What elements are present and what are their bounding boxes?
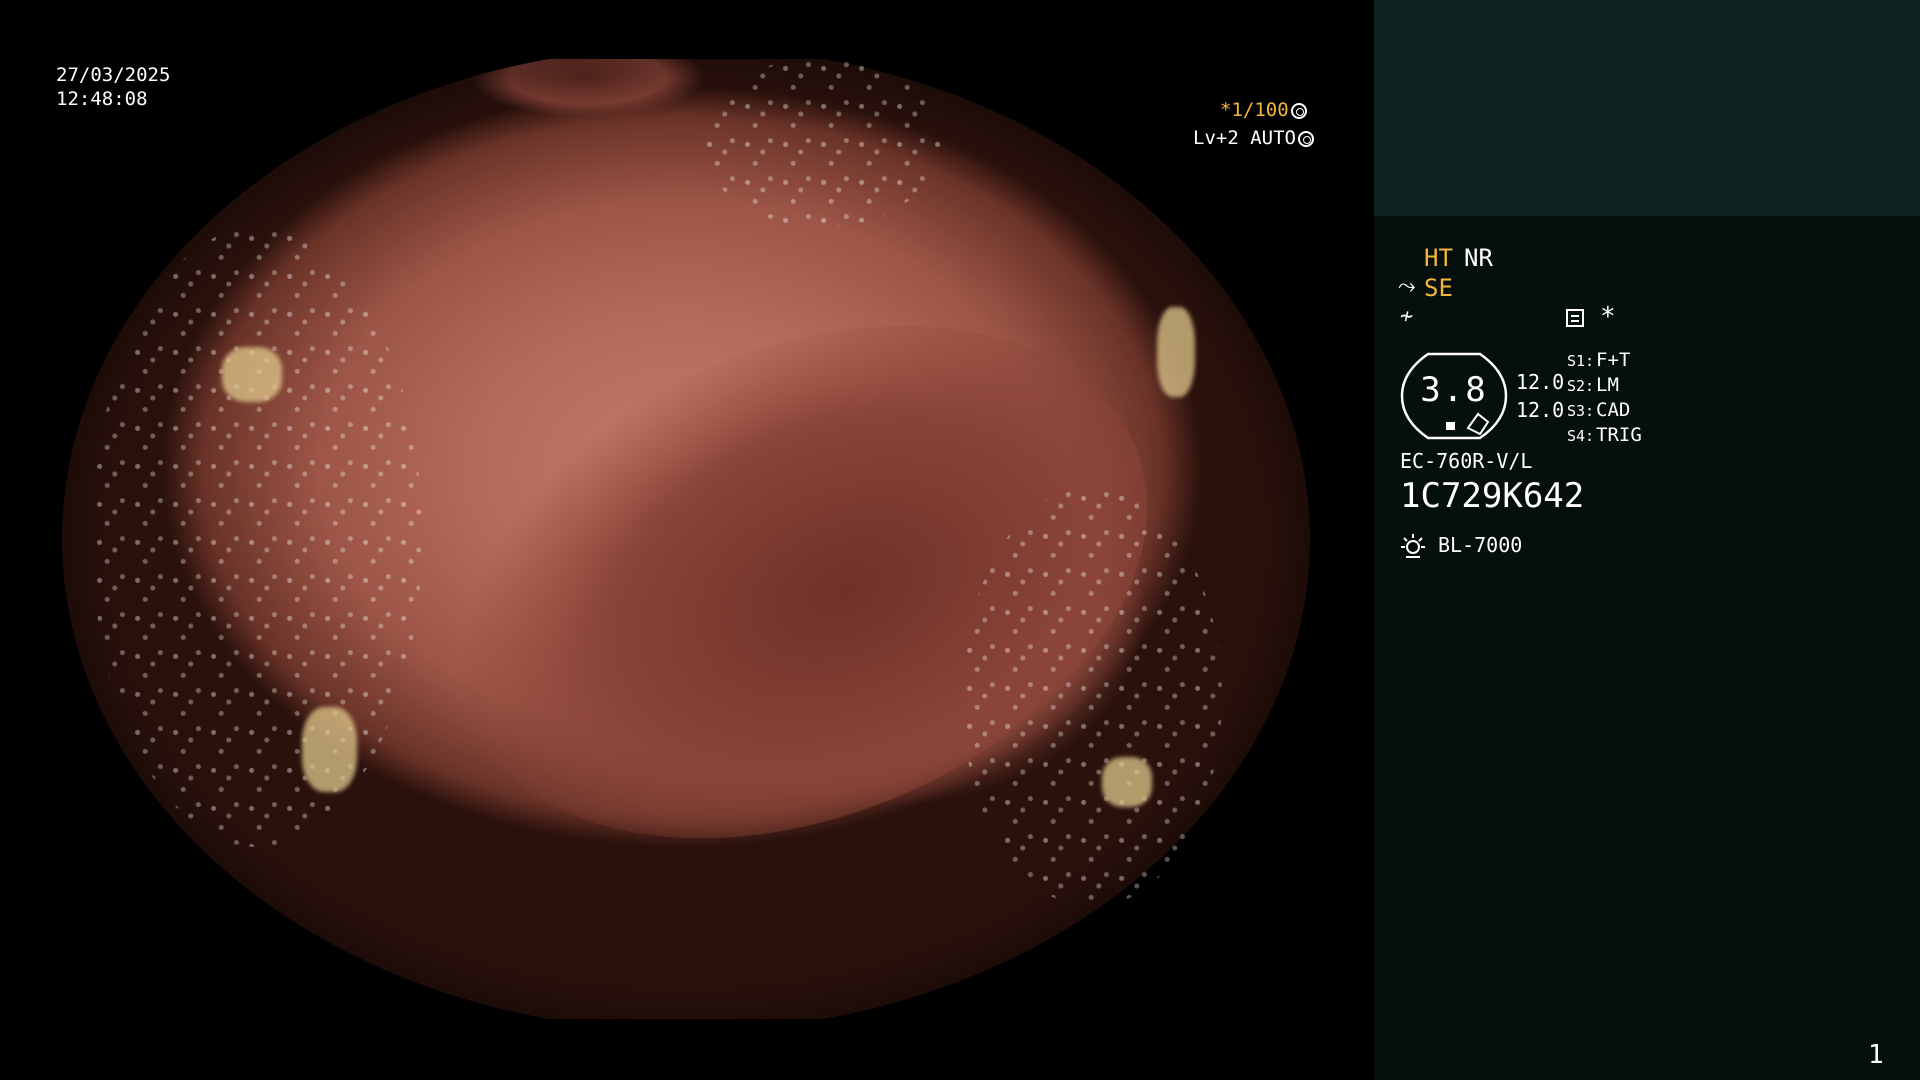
- time-readout: 12:48:08: [56, 88, 148, 110]
- light-source-model: BL-7000: [1438, 533, 1523, 557]
- switch-3-value: CAD: [1596, 399, 1631, 421]
- debris-spot: [1157, 307, 1195, 397]
- zoom-gauge: 3.8: [1400, 352, 1508, 440]
- debris-spot: [222, 347, 282, 402]
- nr-label: NR: [1464, 244, 1493, 272]
- debris-spot: [302, 707, 357, 792]
- switch-3-key: S3:: [1567, 402, 1595, 420]
- page-number: 1: [1868, 1040, 1884, 1070]
- iris-icon: [1297, 131, 1314, 147]
- value-readout-1: 12.0: [1516, 370, 1565, 394]
- info-panel: HT NR ⤳ SE ≁ * 3.8 12.0 12.0 S1: F+T S2:…: [1374, 0, 1920, 1080]
- bubble-cluster-right: [962, 487, 1222, 907]
- endoscope-image-frame: [62, 59, 1310, 1019]
- endoscope-view: 27/03/2025 12:48:08 *1/100 Lv+2 AUTO: [0, 0, 1372, 1080]
- se-label: SE: [1424, 274, 1453, 302]
- switch-1-key: S1:: [1567, 352, 1595, 370]
- structure-enhance-icon: ⤳: [1398, 274, 1416, 299]
- ht-label: HT: [1424, 244, 1453, 272]
- date-readout: 27/03/2025: [56, 64, 171, 86]
- star-indicator: *: [1600, 302, 1616, 332]
- shutter-speed: *1/100: [1220, 99, 1289, 121]
- debris-spot: [1102, 757, 1152, 807]
- switch-2-value: LM: [1596, 374, 1619, 396]
- colon-lumen-image: [62, 59, 1310, 1019]
- shutter-icon: [1290, 103, 1307, 119]
- scope-serial: 1C729K642: [1400, 476, 1585, 516]
- shutter-readout: *1/100: [1220, 99, 1307, 121]
- switch-4-value: TRIG: [1596, 424, 1642, 446]
- menu-icon: [1566, 309, 1584, 327]
- switch-4-key: S4:: [1567, 427, 1595, 445]
- light-source-icon: [1401, 534, 1425, 558]
- value-readout-2: 12.0: [1516, 398, 1565, 422]
- gauge-value: 3.8: [1420, 370, 1488, 410]
- panel-header-area: [1374, 0, 1920, 216]
- color-enhance-icon: ≁: [1400, 304, 1414, 329]
- brightness-level: Lv+2 AUTO: [1193, 127, 1296, 149]
- switch-1-value: F+T: [1596, 349, 1631, 371]
- brightness-level-readout: Lv+2 AUTO: [1193, 127, 1314, 149]
- bubble-cluster-top: [702, 59, 942, 227]
- bubble-cluster-left: [92, 227, 422, 847]
- switch-2-key: S2:: [1567, 377, 1595, 395]
- scope-model: EC-760R-V/L: [1400, 449, 1533, 473]
